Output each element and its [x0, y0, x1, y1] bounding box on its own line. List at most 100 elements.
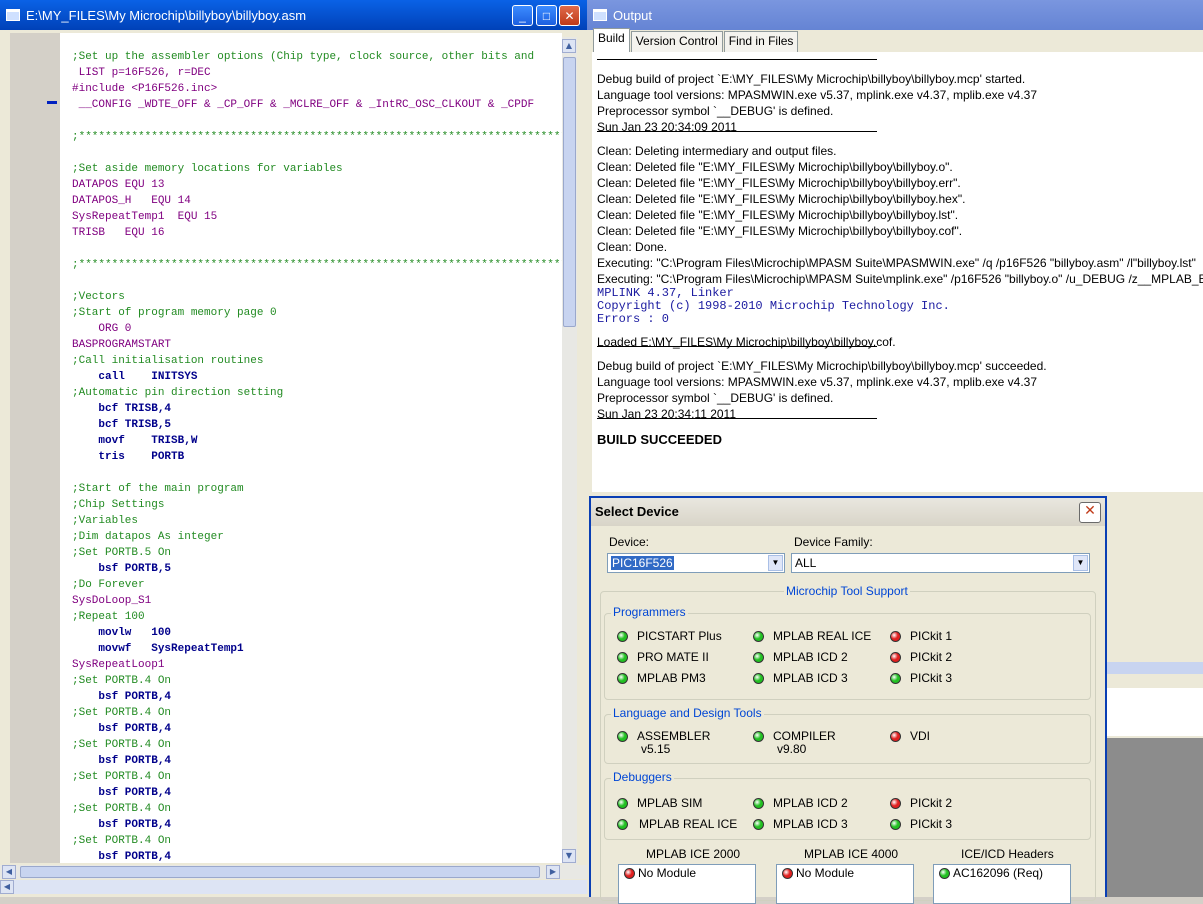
code-area[interactable]: ;Set up the assembler options (Chip type… [60, 33, 562, 863]
code-line[interactable]: TRISB EQU 16 [72, 225, 164, 241]
device-family-value: ALL [795, 556, 817, 570]
output-line: Clean: Deleting intermediary and output … [597, 144, 837, 158]
output-line: Clean: Deleted file "E:\MY_FILES\My Micr… [597, 176, 961, 190]
scroll-up-button[interactable]: ▲ [562, 39, 576, 53]
code-line[interactable]: ;Set PORTB.4 On [72, 801, 171, 817]
code-line[interactable]: ;***************************************… [72, 129, 562, 145]
editor-gutter[interactable] [10, 33, 60, 863]
scroll-thumb[interactable] [563, 57, 576, 327]
code-line[interactable]: #include <P16F526.inc> [72, 81, 217, 97]
code-line[interactable]: ;Set PORTB.5 On [72, 545, 171, 561]
code-line[interactable]: ;Vectors [72, 289, 125, 305]
dialog-close-button[interactable]: ✕ [1079, 502, 1101, 523]
tab-build[interactable]: Build [593, 28, 630, 52]
code-line[interactable]: bsf PORTB,4 [72, 689, 171, 705]
code-line[interactable]: BASPROGRAMSTART [72, 337, 171, 353]
code-line[interactable]: SysRepeatLoop1 [72, 657, 164, 673]
status-led-icon [624, 868, 635, 879]
code-line[interactable]: ;Start of the main program [72, 481, 244, 497]
code-line[interactable]: ;Set PORTB.4 On [72, 769, 171, 785]
code-line[interactable]: bsf PORTB,4 [72, 849, 171, 863]
tool-name: MPLAB ICD 2 [773, 796, 848, 810]
code-line[interactable]: bcf TRISB,4 [72, 401, 171, 417]
code-line[interactable]: bcf TRISB,5 [72, 417, 171, 433]
editor-titlebar[interactable]: E:\MY_FILES\My Microchip\billyboy\billyb… [0, 0, 587, 30]
separator-line [597, 131, 877, 132]
status-led-icon [753, 731, 764, 742]
code-line[interactable]: SysRepeatTemp1 EQU 15 [72, 209, 217, 225]
tool-name: PICkit 1 [910, 629, 953, 643]
tool-name: PICkit 3 [910, 671, 953, 685]
code-line[interactable]: ;Variables [72, 513, 138, 529]
status-led-icon [890, 819, 901, 830]
output-line: Sun Jan 23 20:34:09 2011 [597, 120, 737, 134]
tab-version-control[interactable]: Version Control [630, 31, 723, 52]
output-titlebar[interactable]: Output [587, 0, 1203, 30]
output-line: Language tool versions: MPASMWIN.exe v5.… [597, 375, 1037, 389]
code-line[interactable]: bsf PORTB,4 [72, 817, 171, 833]
chevron-down-icon[interactable]: ▼ [1073, 555, 1088, 571]
close-button[interactable]: ✕ [559, 5, 580, 26]
code-line[interactable]: ;Set PORTB.4 On [72, 833, 171, 849]
status-led-icon [753, 673, 764, 684]
editor-horizontal-scrollbar[interactable]: ◀ ▶ [0, 865, 587, 879]
output-line: Clean: Deleted file "E:\MY_FILES\My Micr… [597, 160, 953, 174]
code-line[interactable]: ;***************************************… [72, 257, 562, 273]
tool-name: PICkit 2 [910, 796, 953, 810]
code-line[interactable]: tris PORTB [72, 449, 184, 465]
code-line[interactable]: movf TRISB,W [72, 433, 197, 449]
code-line[interactable]: __CONFIG _WDTE_OFF & _CP_OFF & _MCLRE_OF… [72, 97, 534, 113]
maximize-button[interactable]: □ [536, 5, 557, 26]
debuggers-title: Debuggers [611, 770, 674, 784]
scroll-down-button[interactable]: ▼ [562, 849, 576, 863]
device-label: Device: [609, 535, 650, 549]
minimize-button[interactable]: _ [512, 5, 533, 26]
code-line[interactable]: ORG 0 [72, 321, 131, 337]
status-led-icon [890, 798, 901, 809]
code-line[interactable]: bsf PORTB,4 [72, 753, 171, 769]
code-line[interactable]: call INITSYS [72, 369, 197, 385]
code-line[interactable]: ;Call initialisation routines [72, 353, 263, 369]
code-line[interactable]: LIST p=16F526, r=DEC [72, 65, 211, 81]
code-line[interactable]: ;Automatic pin direction setting [72, 385, 283, 401]
status-led-icon [890, 652, 901, 663]
device-select[interactable]: PIC16F526 ▼ [607, 553, 785, 573]
device-family-select[interactable]: ALL ▼ [791, 553, 1090, 573]
status-led-icon [939, 868, 950, 879]
output-line: Errors : 0 [597, 312, 670, 326]
editor-vertical-scrollbar[interactable]: ▲ ▼ [562, 37, 577, 865]
code-line[interactable]: ;Set PORTB.4 On [72, 673, 171, 689]
code-line[interactable]: DATAPOS EQU 13 [72, 177, 164, 193]
tool-name: MPLAB PM3 [637, 671, 706, 685]
code-line[interactable]: ;Set aside memory locations for variable… [72, 161, 343, 177]
code-line[interactable]: ;Dim datapos As integer [72, 529, 224, 545]
code-line[interactable]: ;Do Forever [72, 577, 145, 593]
build-output-pane[interactable]: Debug build of project `E:\MY_FILES\My M… [592, 52, 1203, 492]
module-value: No Module [796, 866, 855, 880]
code-line[interactable]: ;Start of program memory page 0 [72, 305, 277, 321]
code-line[interactable]: ;Set up the assembler options (Chip type… [72, 49, 534, 65]
code-line[interactable]: movwf SysRepeatTemp1 [72, 641, 243, 657]
workspace-scroll-left-button[interactable]: ◀ [0, 880, 14, 894]
code-line[interactable]: bsf PORTB,5 [72, 561, 171, 577]
tab-find-in-files[interactable]: Find in Files [723, 31, 799, 52]
chevron-down-icon[interactable]: ▼ [768, 555, 783, 571]
output-line: Sun Jan 23 20:34:11 2011 [597, 407, 737, 421]
code-line[interactable]: bsf PORTB,4 [72, 785, 171, 801]
code-line[interactable]: ;Set PORTB.4 On [72, 737, 171, 753]
code-line[interactable]: DATAPOS_H EQU 14 [72, 193, 191, 209]
code-line[interactable]: movlw 100 [72, 625, 171, 641]
code-line[interactable]: ;Set PORTB.4 On [72, 705, 171, 721]
dialog-titlebar[interactable]: Select Device [591, 498, 1105, 526]
workspace-horizontal-scrollbar[interactable]: ◀ [0, 880, 587, 894]
scroll-left-button[interactable]: ◀ [2, 865, 16, 879]
code-line[interactable]: bsf PORTB,4 [72, 721, 171, 737]
code-line[interactable]: ;Chip Settings [72, 497, 164, 513]
tool-version: v9.80 [777, 742, 807, 756]
hscroll-thumb[interactable] [20, 866, 540, 878]
programmers-title: Programmers [611, 605, 688, 619]
output-gray-pane [1107, 738, 1203, 897]
code-line[interactable]: SysDoLoop_S1 [72, 593, 151, 609]
scroll-right-button[interactable]: ▶ [546, 865, 560, 879]
code-line[interactable]: ;Repeat 100 [72, 609, 145, 625]
